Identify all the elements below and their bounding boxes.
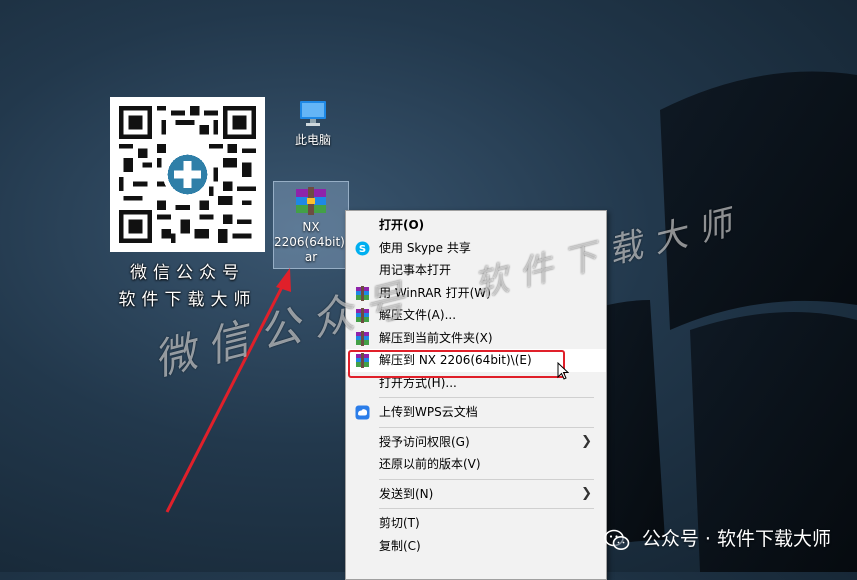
winrar-icon	[356, 285, 369, 301]
menu-item-label: 用 WinRAR 打开(W)	[379, 285, 491, 300]
winrar-icon	[356, 353, 369, 368]
menu-item-skype-share[interactable]: S 使用 Skype 共享	[346, 237, 606, 260]
menu-item-open-winrar[interactable]: 用 WinRAR 打开(W)	[346, 282, 606, 305]
svg-text:S: S	[359, 244, 366, 255]
menu-separator	[379, 508, 594, 509]
chevron-right-icon: ❯	[581, 485, 592, 501]
menu-item-label: 发送到(N)	[379, 486, 434, 501]
menu-item-restore-versions[interactable]: 还原以前的版本(V)	[346, 453, 606, 476]
menu-item-label: 解压文件(A)...	[379, 308, 457, 322]
menu-item-label: 剪切(T)	[379, 516, 420, 530]
menu-item-label: 用记事本打开	[379, 263, 452, 277]
menu-item-open-notepad[interactable]: 用记事本打开	[346, 259, 606, 282]
menu-item-grant-access[interactable]: 授予访问权限(G) ❯	[346, 431, 606, 454]
menu-item-label: 打开(O)	[379, 218, 425, 232]
menu-item-send-to[interactable]: 发送到(N) ❯	[346, 483, 606, 506]
menu-item-open[interactable]: 打开(O)	[346, 214, 606, 237]
menu-item-label: 使用 Skype 共享	[379, 240, 471, 255]
mouse-cursor-icon	[557, 362, 569, 380]
menu-item-cut[interactable]: 剪切(T)	[346, 512, 606, 535]
menu-item-label: 还原以前的版本(V)	[379, 457, 481, 471]
context-menu: 打开(O) S 使用 Skype 共享 用记事本打开 用 WinRAR 打开(W…	[345, 210, 607, 580]
menu-item-label: 打开方式(H)...	[379, 375, 457, 390]
menu-item-label: 解压到当前文件夹(X)	[379, 330, 493, 345]
wps-cloud-icon	[355, 405, 370, 420]
winrar-icon	[356, 330, 369, 346]
chevron-right-icon: ❯	[581, 433, 592, 449]
menu-item-label: 解压到 NX 2206(64bit)\(E)	[379, 353, 532, 367]
menu-item-extract-files[interactable]: 解压文件(A)...	[346, 304, 606, 327]
menu-separator	[379, 397, 594, 398]
menu-separator	[379, 478, 594, 480]
menu-item-extract-here[interactable]: 解压到当前文件夹(X)	[346, 327, 606, 350]
menu-item-label: 授予访问权限(G)	[379, 434, 470, 449]
wechat-icon	[604, 529, 630, 550]
menu-separator	[379, 426, 594, 428]
footer-text: 公众号 · 软件下载大师	[641, 528, 831, 550]
menu-item-copy[interactable]: 复制(C)	[346, 535, 606, 558]
skype-icon: S	[355, 241, 370, 255]
menu-item-label: 上传到WPS云文档	[379, 405, 478, 419]
winrar-icon	[356, 308, 369, 323]
wechat-footer: 公众号 · 软件下载大师	[604, 524, 831, 551]
menu-item-label: 复制(C)	[379, 538, 421, 553]
menu-item-upload-wps[interactable]: 上传到WPS云文档	[346, 401, 606, 424]
